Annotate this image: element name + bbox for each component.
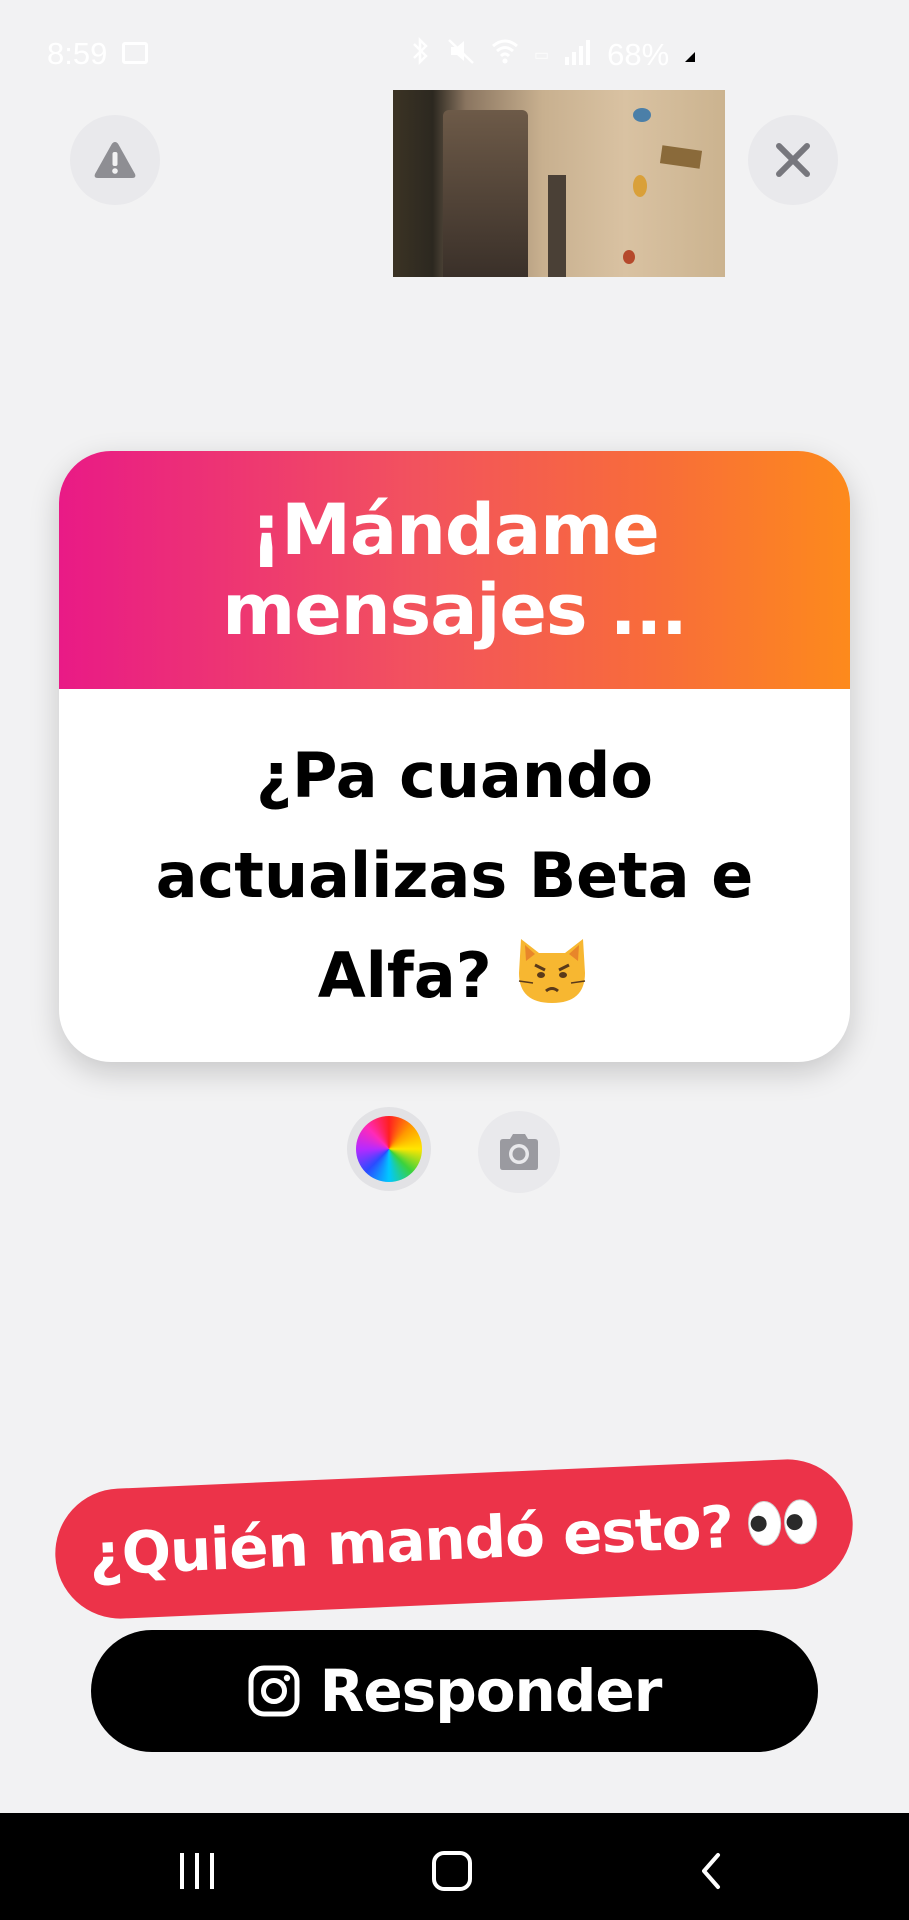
- battery-icon: [683, 39, 697, 72]
- thumbnail-magnet: [633, 175, 647, 197]
- card-header: ¡Mándame mensajes ...: [59, 451, 850, 689]
- mute-icon: [446, 36, 476, 74]
- who-sent-this-button[interactable]: ¿Quién mandó esto?: [52, 1456, 856, 1622]
- camera-icon: [500, 1134, 538, 1170]
- home-icon[interactable]: [432, 1851, 472, 1891]
- reply-label: Responder: [319, 1657, 663, 1725]
- warning-icon: [94, 142, 136, 178]
- wifi-icon: [490, 36, 520, 74]
- thumbnail-magnet: [623, 250, 635, 264]
- bluetooth-icon: [410, 36, 432, 74]
- angry-cat-emoji: [513, 933, 591, 1007]
- close-button[interactable]: [748, 115, 838, 205]
- card-message-wrap: ¿Pa cuando actualizas Beta e Alfa?: [135, 726, 775, 1026]
- volte-icon: ▭: [534, 47, 550, 64]
- status-icons: ▭ 68%: [410, 36, 697, 74]
- thumbnail-door: [443, 110, 528, 277]
- thumbnail-handle: [548, 175, 566, 277]
- signal-icon: [563, 37, 593, 73]
- battery-level: 68%: [607, 37, 670, 72]
- card-title: ¡Mándame mensajes ...: [222, 489, 687, 651]
- story-thumbnail[interactable]: [393, 90, 725, 277]
- color-wheel-icon: [356, 1116, 422, 1182]
- card-body: ¿Pa cuando actualizas Beta e Alfa?: [59, 689, 850, 1062]
- system-nav-bar: [0, 1813, 909, 1920]
- camera-button[interactable]: [478, 1111, 560, 1193]
- thumbnail-magnet: [633, 108, 651, 122]
- status-time: 8:59: [47, 36, 108, 71]
- card-message: ¿Pa cuando actualizas Beta e Alfa?: [155, 738, 754, 1012]
- eyes-emoji: [746, 1497, 820, 1552]
- gallery-notification-icon: [122, 42, 148, 64]
- who-sent-this-label: ¿Quién mandó esto?: [87, 1492, 735, 1589]
- color-picker-button[interactable]: [347, 1107, 431, 1191]
- thumbnail-sticker: [659, 145, 703, 169]
- instagram-icon: [248, 1665, 300, 1717]
- close-icon: [776, 143, 810, 177]
- recent-apps-icon[interactable]: [178, 1853, 216, 1889]
- reply-button[interactable]: Responder: [91, 1630, 818, 1752]
- report-button[interactable]: [70, 115, 160, 205]
- message-card: ¡Mándame mensajes ... ¿Pa cuando actuali…: [59, 451, 850, 1062]
- back-icon[interactable]: [692, 1851, 732, 1891]
